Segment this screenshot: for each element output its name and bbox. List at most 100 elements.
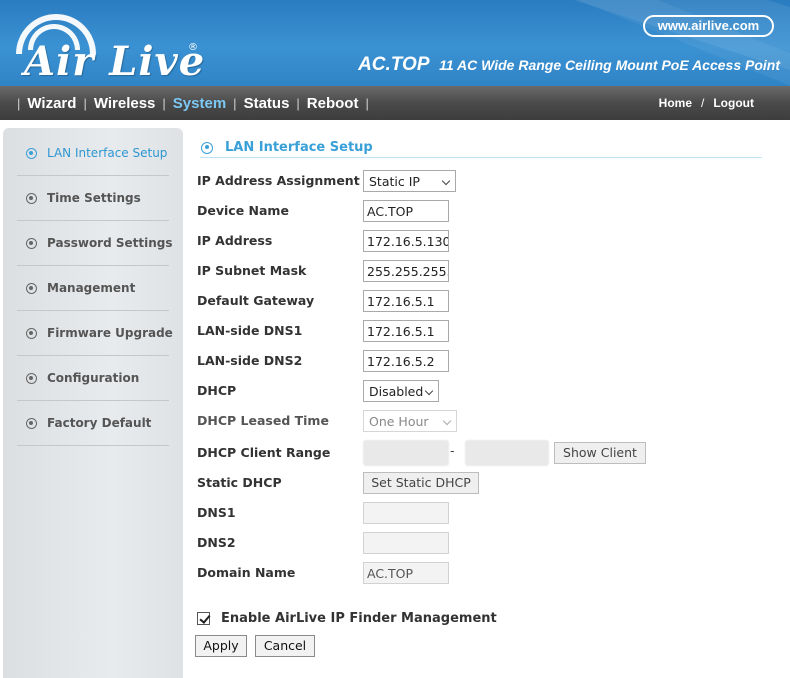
sidebar-item-label: Time Settings xyxy=(47,191,141,205)
sidebar-item-lan-interface-setup[interactable]: LAN Interface Setup xyxy=(17,131,169,176)
radio-bullet-icon xyxy=(26,327,37,339)
show-client-button[interactable]: Show Client xyxy=(554,442,646,464)
row-ip-address: IP Address 172.16.5.130 xyxy=(197,230,457,252)
sidebar-item-label: Password Settings xyxy=(47,236,173,250)
row-dhcp: DHCP Disabled xyxy=(197,380,447,402)
set-static-dhcp-button[interactable]: Set Static DHCP xyxy=(363,472,479,494)
row-default-gateway: Default Gateway 172.16.5.1 xyxy=(197,290,457,312)
nav-wizard[interactable]: Wizard xyxy=(27,95,76,112)
radio-bullet-icon xyxy=(26,417,37,429)
sidebar: LAN Interface Setup Time Settings Passwo… xyxy=(3,128,183,678)
row-lan-dns1: LAN-side DNS1 172.16.5.1 xyxy=(197,320,457,342)
dhcp-label: DHCP xyxy=(197,383,237,398)
apply-button[interactable]: Apply xyxy=(195,635,247,657)
domain-name-label: Domain Name xyxy=(197,565,296,580)
row-dhcp-range: DHCP Client Range - Show Client xyxy=(197,440,652,466)
home-link[interactable]: Home xyxy=(659,96,692,110)
sidebar-item-label: Management xyxy=(47,281,136,295)
dns1-label: DNS1 xyxy=(197,505,236,520)
dhcp-range-start-input[interactable] xyxy=(363,440,449,466)
website-url-badge: www.airlive.com xyxy=(643,15,774,37)
row-domain-name: Domain Name AC.TOP xyxy=(197,562,457,584)
dhcp-range-label: DHCP Client Range xyxy=(197,445,331,460)
product-title: AC.TOP 11 AC Wide Range Ceiling Mount Po… xyxy=(358,54,780,76)
cancel-button[interactable]: Cancel xyxy=(255,635,315,657)
sidebar-item-label: Factory Default xyxy=(47,416,152,430)
header-banner: Air Live ® www.airlive.com AC.TOP 11 AC … xyxy=(0,0,790,86)
dhcp-lease-label: DHCP Leased Time xyxy=(197,413,329,428)
dns2-input[interactable] xyxy=(363,532,449,554)
product-model: AC.TOP xyxy=(358,54,430,75)
nav-separator: | xyxy=(17,95,21,111)
row-subnet-mask: IP Subnet Mask 255.255.255.0 xyxy=(197,260,457,282)
lan-dns2-label: LAN-side DNS2 xyxy=(197,353,303,368)
nav-separator: | xyxy=(233,95,237,111)
sidebar-item-time-settings[interactable]: Time Settings xyxy=(17,176,169,221)
chevron-down-icon xyxy=(424,386,434,396)
nav-status[interactable]: Status xyxy=(244,95,290,112)
ipfinder-label: Enable AirLive IP Finder Management xyxy=(221,610,497,626)
ip-address-label: IP Address xyxy=(197,233,273,248)
default-gateway-input[interactable]: 172.16.5.1 xyxy=(363,290,449,312)
lan-dns1-input[interactable]: 172.16.5.1 xyxy=(363,320,449,342)
section-title: LAN Interface Setup xyxy=(225,140,373,155)
ipfinder-row: Enable AirLive IP Finder Management xyxy=(197,609,497,627)
radio-bullet-icon xyxy=(26,192,37,204)
dhcp-select[interactable]: Disabled xyxy=(363,380,439,402)
dns1-input[interactable] xyxy=(363,502,449,524)
radio-bullet-icon xyxy=(26,282,37,294)
subnet-mask-input[interactable]: 255.255.255.0 xyxy=(363,260,449,282)
logout-link[interactable]: Logout xyxy=(713,96,754,110)
sidebar-item-label: LAN Interface Setup xyxy=(47,146,168,160)
radio-bullet-icon xyxy=(26,237,37,249)
nav-slash: / xyxy=(701,96,705,110)
dhcp-range-end-input[interactable] xyxy=(465,440,549,466)
nav-wireless[interactable]: Wireless xyxy=(94,95,156,112)
sidebar-item-factory-default[interactable]: Factory Default xyxy=(17,401,169,446)
default-gateway-label: Default Gateway xyxy=(197,293,315,308)
product-description: 11 AC Wide Range Ceiling Mount PoE Acces… xyxy=(439,57,780,73)
nav-separator: | xyxy=(365,95,369,111)
sidebar-item-password-settings[interactable]: Password Settings xyxy=(17,221,173,266)
dns2-label: DNS2 xyxy=(197,535,236,550)
sidebar-item-label: Firmware Upgrade xyxy=(47,326,173,340)
logo-text: Air Live xyxy=(24,38,206,85)
row-dhcp-lease: DHCP Leased Time One Hour xyxy=(197,410,462,432)
dhcp-range-separator: - xyxy=(450,443,455,458)
nav-separator: | xyxy=(162,95,166,111)
sidebar-item-management[interactable]: Management xyxy=(17,266,169,311)
nav-system[interactable]: System xyxy=(173,95,226,112)
chevron-down-icon xyxy=(441,176,451,186)
sidebar-item-configuration[interactable]: Configuration xyxy=(17,356,169,401)
device-name-input[interactable]: AC.TOP xyxy=(363,200,449,222)
subnet-mask-label: IP Subnet Mask xyxy=(197,263,307,278)
radio-bullet-icon xyxy=(201,141,213,154)
top-nav-bar: | Wizard | Wireless | System | Status | … xyxy=(0,86,790,120)
logo-registered-mark: ® xyxy=(188,42,198,53)
row-dns2: DNS2 xyxy=(197,532,457,554)
section-header: LAN Interface Setup xyxy=(200,138,762,158)
row-ip-assignment: IP Address Assignment Static IP xyxy=(197,170,467,192)
device-name-label: Device Name xyxy=(197,203,289,218)
ip-assignment-label: IP Address Assignment xyxy=(197,173,360,188)
nav-reboot[interactable]: Reboot xyxy=(307,95,359,112)
nav-separator: | xyxy=(83,95,87,111)
dhcp-lease-value: One Hour xyxy=(369,414,429,429)
ip-address-input[interactable]: 172.16.5.130 xyxy=(363,230,449,252)
account-links: Home / Logout xyxy=(659,86,754,120)
row-static-dhcp: Static DHCP Set Static DHCP xyxy=(197,472,482,494)
domain-name-input[interactable]: AC.TOP xyxy=(363,562,449,584)
dhcp-lease-select[interactable]: One Hour xyxy=(363,410,457,432)
radio-bullet-icon xyxy=(26,147,37,159)
ip-assignment-select[interactable]: Static IP xyxy=(363,170,456,192)
row-dns1: DNS1 xyxy=(197,502,457,524)
chevron-down-icon xyxy=(442,416,452,426)
radio-bullet-icon xyxy=(26,372,37,384)
ipfinder-checkbox[interactable] xyxy=(197,611,210,625)
static-dhcp-label: Static DHCP xyxy=(197,475,282,490)
main-menu: | Wizard | Wireless | System | Status | … xyxy=(0,86,376,120)
lan-dns1-label: LAN-side DNS1 xyxy=(197,323,303,338)
sidebar-item-firmware-upgrade[interactable]: Firmware Upgrade xyxy=(17,311,173,356)
lan-dns2-input[interactable]: 172.16.5.2 xyxy=(363,350,449,372)
row-lan-dns2: LAN-side DNS2 172.16.5.2 xyxy=(197,350,457,372)
